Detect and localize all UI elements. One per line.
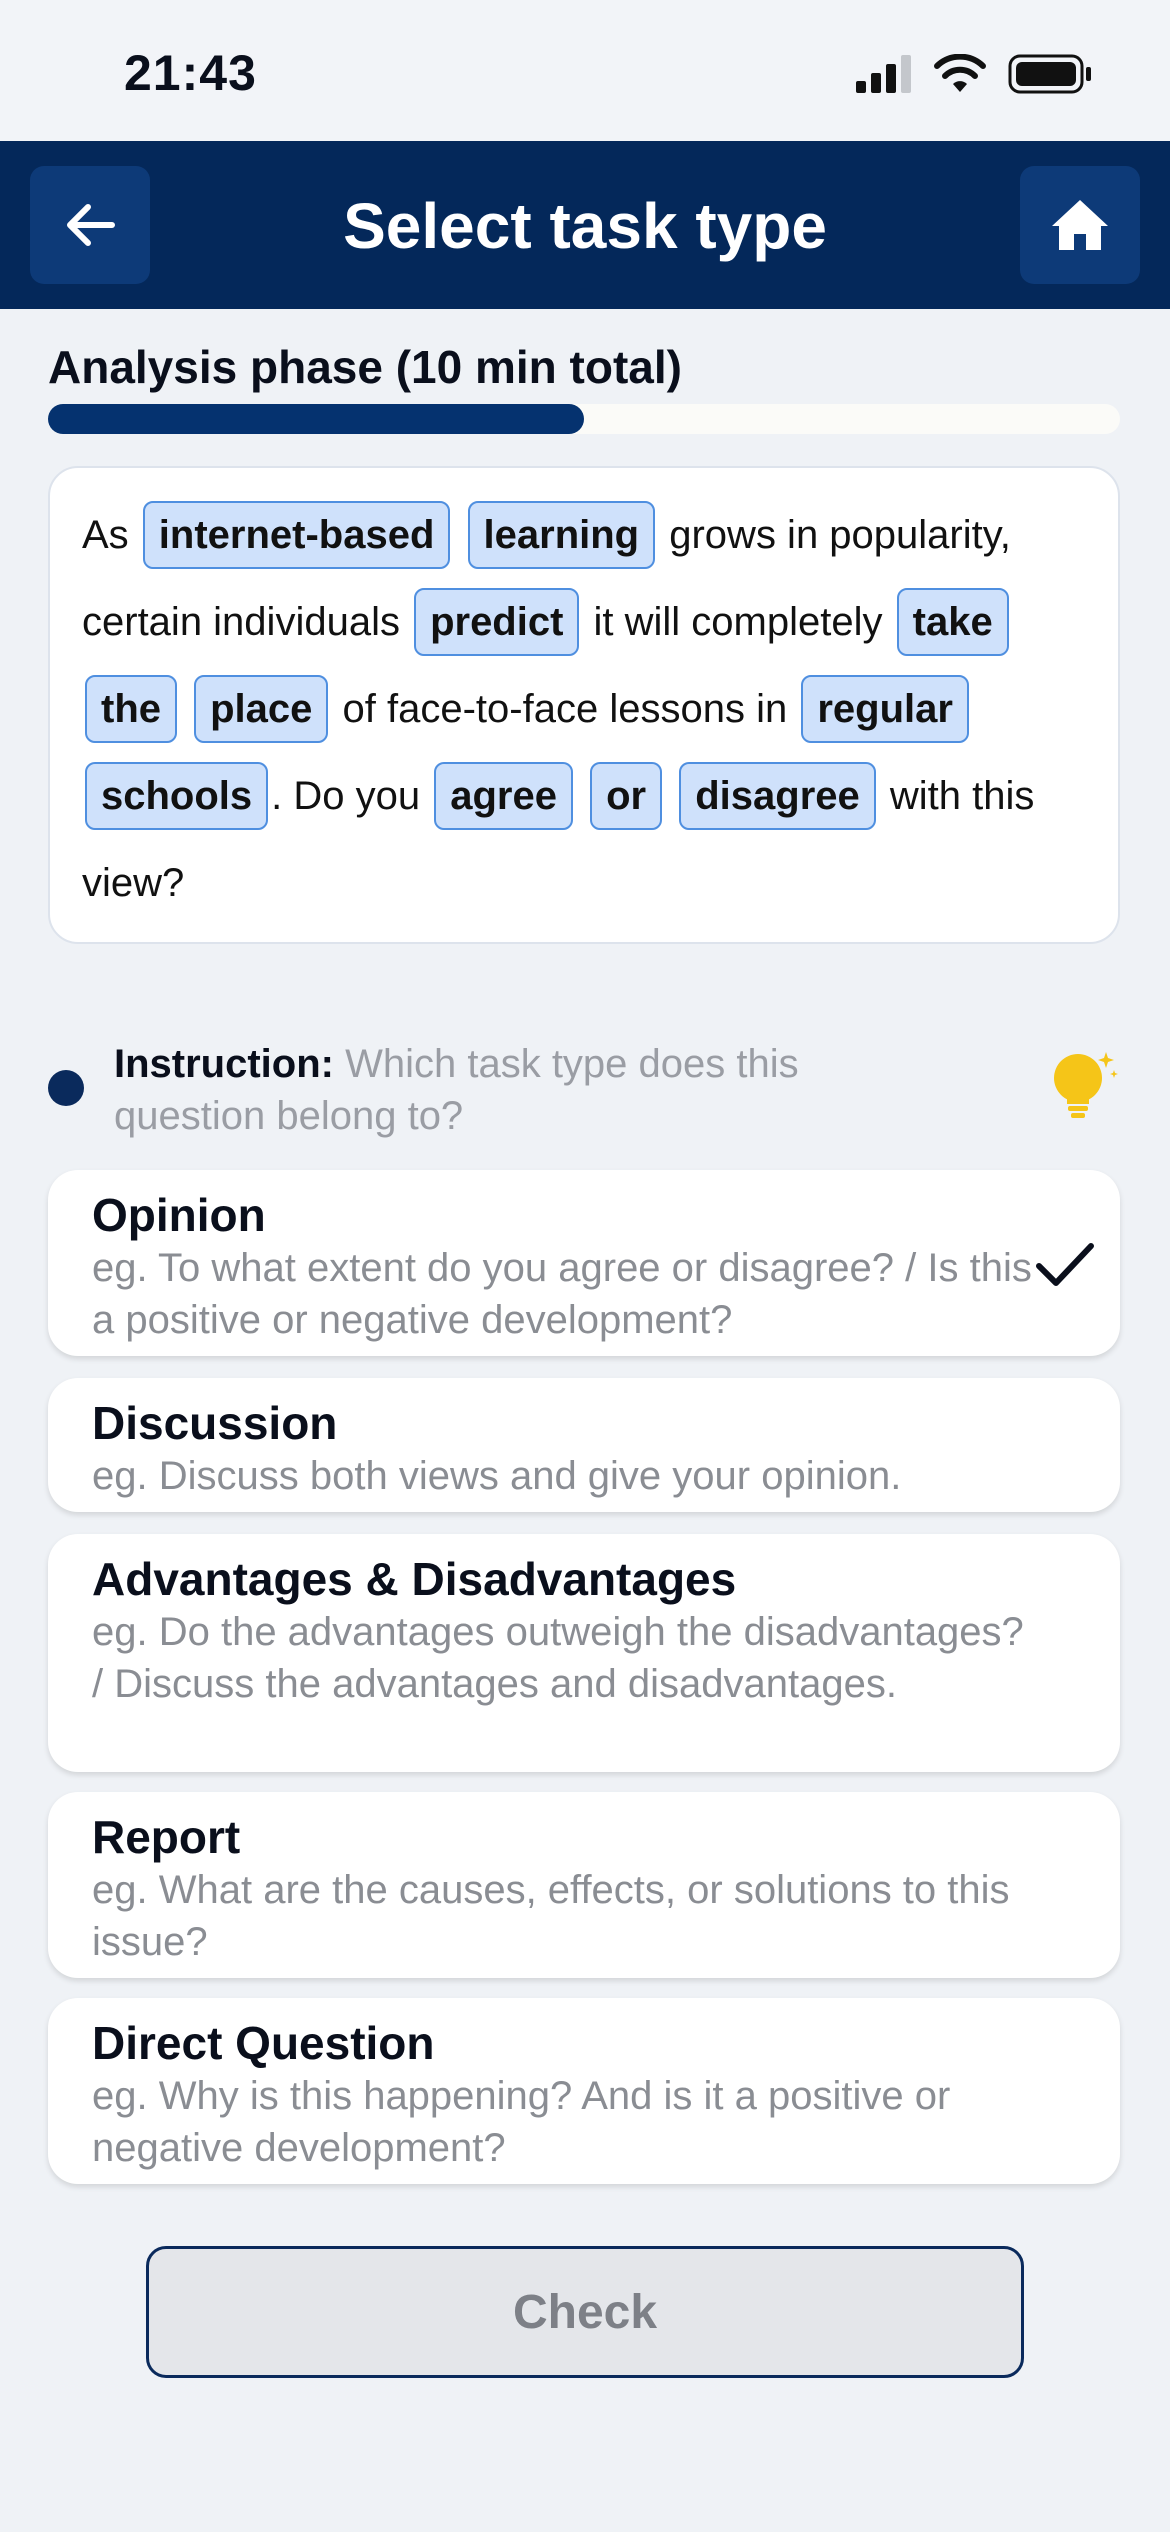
question-card: As internet-based learning grows in popu… <box>48 466 1120 944</box>
question-text-segment: it will completely <box>582 600 894 644</box>
keyword-chip[interactable]: agree <box>434 762 573 830</box>
phase-title: Analysis phase (10 min total) <box>48 341 682 393</box>
hint-button[interactable] <box>1048 1048 1122 1127</box>
question-text-segment <box>576 774 587 818</box>
question-text-segment: of face-to-face lessons in <box>331 687 799 731</box>
keyword-chip[interactable]: take <box>896 588 1009 656</box>
nav-bar: Select task type <box>0 141 1170 309</box>
option-title: Discussion <box>92 1397 338 1449</box>
checkmark-icon <box>1036 1243 1094 1286</box>
option-discussion[interactable]: Discussion eg. Discuss both views and gi… <box>48 1378 1120 1512</box>
status-time: 21:43 <box>124 45 257 101</box>
battery-icon <box>1008 54 1091 94</box>
lightbulb-icon <box>1054 1052 1118 1118</box>
option-example: eg. To what extent do you agree or disag… <box>92 1246 1032 1342</box>
page-title: Select task type <box>343 190 827 262</box>
option-advantages-disadvantages[interactable]: Advantages & Disadvantages eg. Do the ad… <box>48 1534 1120 1772</box>
question-text-segment <box>453 513 464 557</box>
instruction-bullet <box>48 1070 84 1106</box>
keyword-chip[interactable]: learning <box>467 501 656 569</box>
wifi-icon <box>934 54 986 92</box>
option-title: Advantages & Disadvantages <box>92 1553 737 1605</box>
home-button[interactable] <box>1020 166 1140 284</box>
keyword-chip[interactable]: internet-based <box>142 501 451 569</box>
home-icon <box>1052 200 1108 250</box>
keyword-chip[interactable]: schools <box>85 762 269 830</box>
keyword-chip[interactable]: regular <box>801 675 969 743</box>
keyword-chip[interactable]: disagree <box>679 762 876 830</box>
question-text-segment <box>180 687 191 731</box>
keyword-chip[interactable]: place <box>194 675 329 743</box>
question-text-segment: As <box>82 513 140 557</box>
option-example: eg. Do the advantages outweigh the disad… <box>92 1610 1024 1706</box>
option-title: Report <box>92 1811 241 1863</box>
progress-fill <box>48 404 584 434</box>
keyword-chip[interactable]: predict <box>414 588 580 656</box>
cellular-signal-icon <box>856 55 911 93</box>
option-opinion[interactable]: Opinion eg. To what extent do you agree … <box>48 1170 1120 1356</box>
question-text: As internet-based learning grows in popu… <box>82 492 1088 927</box>
option-direct-question[interactable]: Direct Question eg. Why is this happenin… <box>48 1998 1120 2184</box>
keyword-chip[interactable]: or <box>590 762 663 830</box>
instruction-label: Instruction: <box>114 1042 334 1086</box>
option-example: eg. Discuss both views and give your opi… <box>92 1454 902 1498</box>
option-report[interactable]: Report eg. What are the causes, effects,… <box>48 1792 1120 1978</box>
question-text-segment: . Do you <box>271 774 432 818</box>
progress-bar <box>48 404 1120 434</box>
instruction: Instruction: Which task type does this q… <box>114 1038 954 1142</box>
status-bar: 21:43 <box>0 0 1170 141</box>
keyword-chip[interactable]: the <box>85 675 177 743</box>
option-example: eg. Why is this happening? And is it a p… <box>92 2074 951 2170</box>
status-icons <box>856 54 1092 94</box>
option-example: eg. What are the causes, effects, or sol… <box>92 1868 1010 1964</box>
check-button[interactable]: Check <box>146 2246 1024 2378</box>
option-title: Direct Question <box>92 2017 435 2069</box>
option-title: Opinion <box>92 1189 266 1241</box>
question-text-segment <box>665 774 676 818</box>
